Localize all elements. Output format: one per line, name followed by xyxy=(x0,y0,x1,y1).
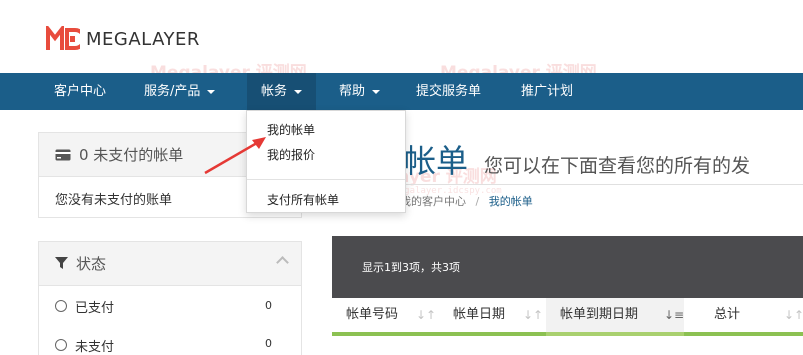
page: MEGALAYER Megalayer 评测网 Megalayer 评测网 ht… xyxy=(0,0,803,355)
annotation-arrow-icon xyxy=(204,137,266,175)
status-option-label: 未支付 xyxy=(75,339,115,355)
menu-divider xyxy=(247,179,405,180)
radio-icon[interactable] xyxy=(55,339,67,351)
nav-affiliates-label: 推广计划 xyxy=(521,84,574,99)
nav-billing[interactable]: 帐务 xyxy=(247,73,317,110)
column-header-invoice-number[interactable]: 帐单号码 ↓↑ xyxy=(332,298,439,332)
breadcrumb-parent[interactable]: 我的客户中心 xyxy=(400,195,466,208)
status-count: 0 xyxy=(265,299,272,312)
nav-affiliates[interactable]: 推广计划 xyxy=(521,73,573,110)
nav-open-ticket-label: 提交服务单 xyxy=(416,84,482,99)
heading-divider xyxy=(404,184,803,185)
column-header-due-date[interactable]: 帐单到期日期 ↓≡ xyxy=(546,298,684,332)
panel-header[interactable]: 状态 xyxy=(39,242,301,286)
radio-icon[interactable] xyxy=(55,300,67,312)
status-count: 0 xyxy=(265,337,272,350)
sorted-column-underline xyxy=(546,332,684,336)
nav-client-area-label: 客户中心 xyxy=(54,84,107,99)
status-option-paid[interactable]: 已支付 xyxy=(55,296,114,316)
brand-name: MEGALAYER xyxy=(86,28,200,50)
nav-support-label: 帮助 xyxy=(339,84,366,99)
nav-support[interactable]: 帮助 xyxy=(339,73,381,110)
column-label: 帐单日期 xyxy=(453,307,506,322)
nav-billing-label: 帐务 xyxy=(261,84,288,99)
sort-ascending-icon: ↓≡ xyxy=(664,308,685,322)
sort-icon: ↓↑ xyxy=(416,308,437,322)
main-navbar: 客户中心 服务/产品 帐务 帮助 提交服务单 推广计划 xyxy=(0,73,803,110)
table-header-row: 帐单号码 ↓↑ 帐单日期 ↓↑ 帐单到期日期 ↓≡ 总计 ↓↑ xyxy=(332,298,803,332)
column-label: 帐单到期日期 xyxy=(560,307,639,322)
table-info: 显示1到3项，共3项 xyxy=(362,261,460,274)
chevron-up-icon[interactable] xyxy=(276,256,289,269)
panel-title: 状态 xyxy=(76,255,107,273)
breadcrumb-current: 我的帐单 xyxy=(488,195,533,208)
caret-down-icon xyxy=(372,89,381,94)
credit-card-icon xyxy=(55,149,71,160)
status-option-unpaid[interactable]: 未支付 xyxy=(55,335,114,355)
caret-down-icon xyxy=(207,89,216,94)
brand-logo[interactable]: MEGALAYER xyxy=(46,26,200,52)
nav-services-label: 服务/产品 xyxy=(144,84,201,99)
page-title: 帐单 xyxy=(404,142,469,180)
nav-services[interactable]: 服务/产品 xyxy=(144,73,216,110)
breadcrumb-separator: / xyxy=(475,195,480,208)
status-filter-panel: 状态 已支付 0 未支付 0 xyxy=(38,241,302,355)
page-subtitle: 您可以在下面查看您的所有的发 xyxy=(484,155,751,177)
filter-icon xyxy=(55,257,68,269)
caret-down-icon xyxy=(294,89,303,94)
column-label: 帐单号码 xyxy=(346,307,399,322)
panel-title: 0 未支付的帐单 xyxy=(79,146,184,164)
sort-icon: ↓↑ xyxy=(784,308,803,322)
breadcrumb: 我的客户中心 / 我的帐单 xyxy=(400,193,533,209)
column-header-invoice-date[interactable]: 帐单日期 ↓↑ xyxy=(439,298,546,332)
nav-open-ticket[interactable]: 提交服务单 xyxy=(416,73,481,110)
sort-icon: ↓↑ xyxy=(523,308,544,322)
megalayer-logo-icon xyxy=(46,26,80,50)
menu-item-my-quotes[interactable]: 我的报价 xyxy=(267,146,315,163)
menu-item-my-invoices[interactable]: 我的帐单 xyxy=(267,121,315,138)
menu-item-pay-all[interactable]: 支付所有帐单 xyxy=(267,191,339,208)
column-header-total[interactable]: 总计 ↓↑ xyxy=(684,298,803,332)
nav-client-area[interactable]: 客户中心 xyxy=(54,73,106,110)
status-option-label: 已支付 xyxy=(75,300,115,316)
column-label: 总计 xyxy=(714,307,741,322)
unpaid-message: 您没有未支付的账单 xyxy=(55,193,173,208)
